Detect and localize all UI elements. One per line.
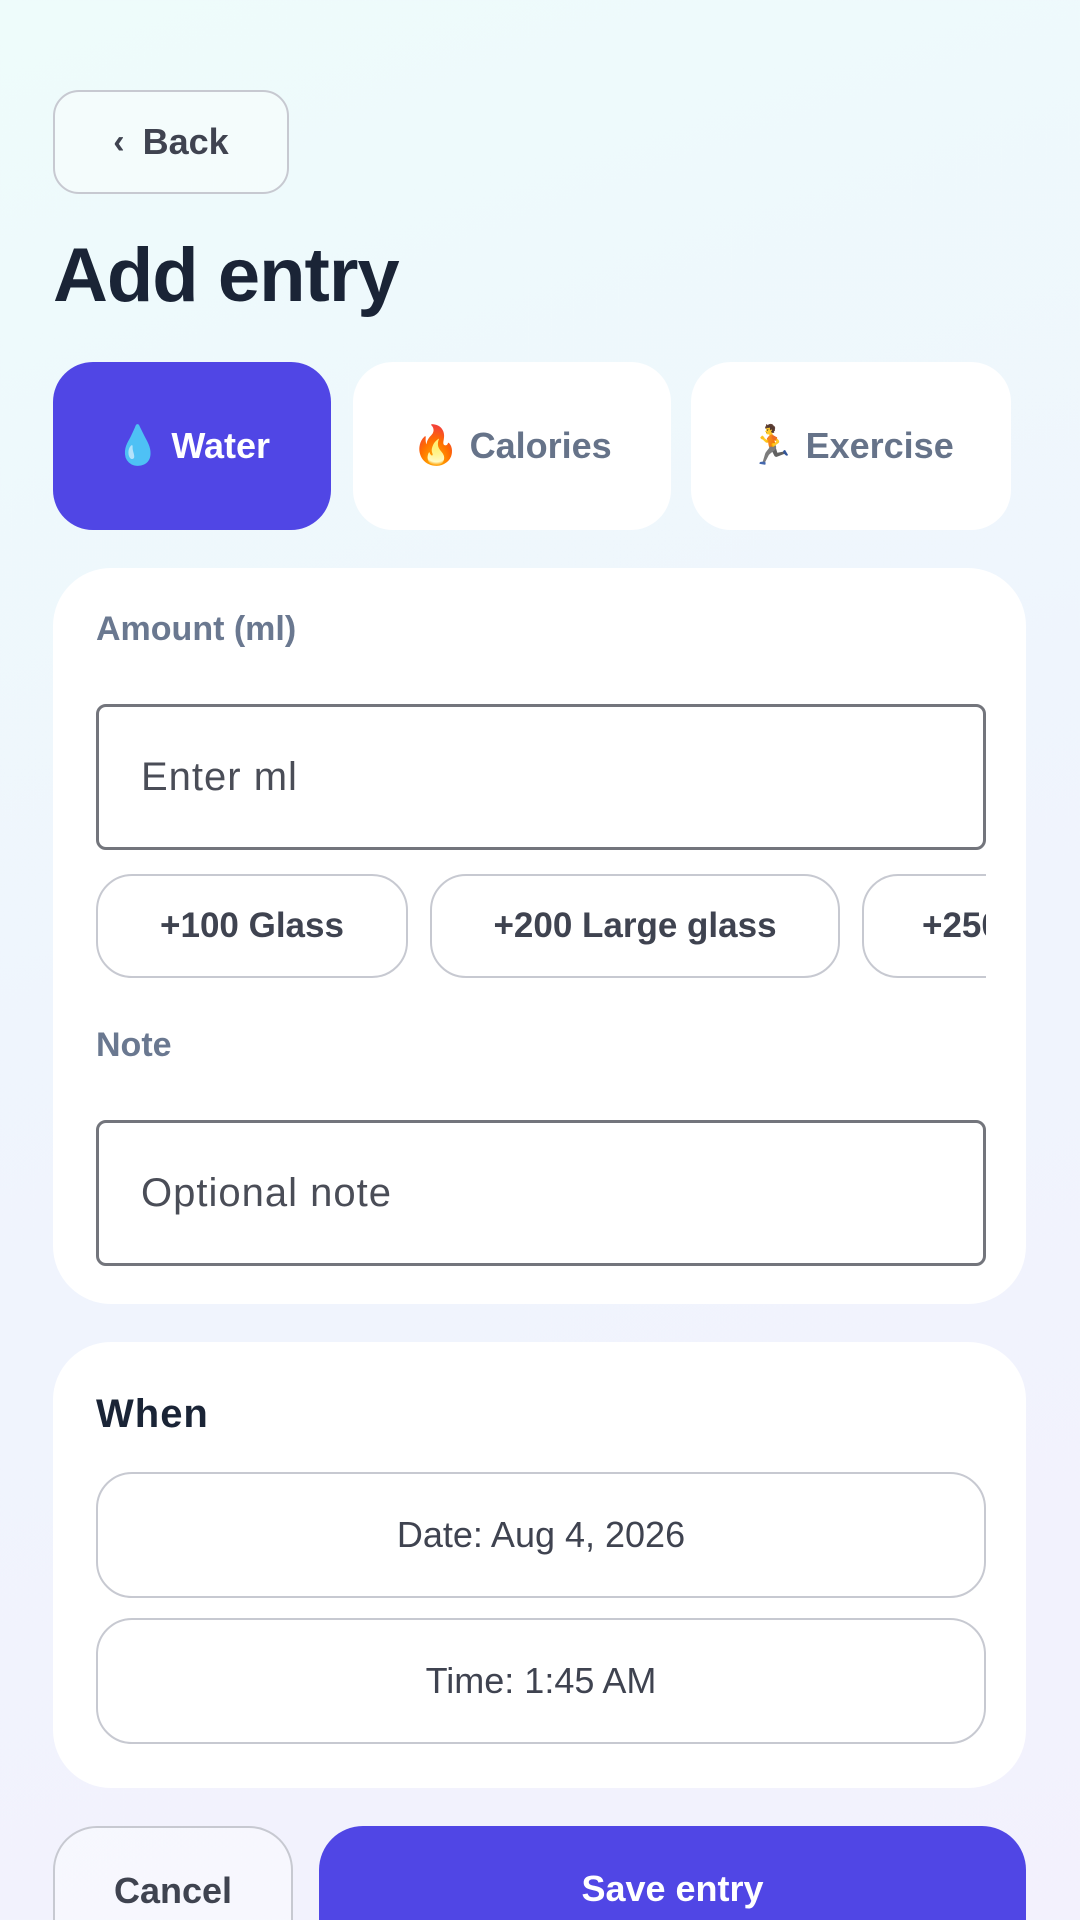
chevron-left-icon: ‹ bbox=[113, 122, 125, 161]
page-title: Add entry bbox=[53, 233, 400, 318]
tab-exercise[interactable]: 🏃 Exercise bbox=[691, 362, 1011, 530]
note-label: Note bbox=[96, 1026, 172, 1064]
tab-water[interactable]: 💧 Water bbox=[53, 362, 331, 530]
water-drop-icon: 💧 bbox=[113, 425, 162, 467]
back-button[interactable]: ‹ Back bbox=[53, 90, 289, 194]
quick-add-200-button[interactable]: +200 Large glass bbox=[430, 874, 840, 978]
cancel-button[interactable]: Cancel bbox=[53, 1826, 293, 1920]
quick-add-chips: +100 Glass +200 Large glass +250 Cup bbox=[96, 874, 986, 980]
note-input[interactable]: Optional note bbox=[96, 1120, 986, 1266]
tab-calories[interactable]: 🔥 Calories bbox=[353, 362, 671, 530]
time-picker-button[interactable]: Time: 1:45 AM bbox=[96, 1618, 986, 1744]
tab-water-label: Water bbox=[171, 425, 270, 466]
amount-label: Amount (ml) bbox=[96, 610, 297, 648]
amount-input[interactable]: Enter ml bbox=[96, 704, 986, 850]
save-entry-button[interactable]: Save entry bbox=[319, 1826, 1026, 1920]
amount-card: Amount (ml) Enter ml +100 Glass +200 Lar… bbox=[53, 568, 1026, 1304]
quick-add-250-button[interactable]: +250 Cup bbox=[862, 874, 986, 978]
quick-add-100-button[interactable]: +100 Glass bbox=[96, 874, 408, 978]
fire-icon: 🔥 bbox=[412, 425, 460, 467]
entry-type-tabs: 💧 Water 🔥 Calories 🏃 Exercise bbox=[53, 362, 1011, 530]
runner-icon: 🏃 bbox=[748, 425, 796, 467]
when-card: When Date: Aug 4, 2026 Time: 1:45 AM bbox=[53, 1342, 1026, 1788]
date-picker-button[interactable]: Date: Aug 4, 2026 bbox=[96, 1472, 986, 1598]
tab-exercise-label: Exercise bbox=[805, 425, 954, 466]
when-title: When bbox=[96, 1392, 209, 1436]
back-label: Back bbox=[142, 121, 229, 162]
tab-calories-label: Calories bbox=[469, 425, 612, 466]
